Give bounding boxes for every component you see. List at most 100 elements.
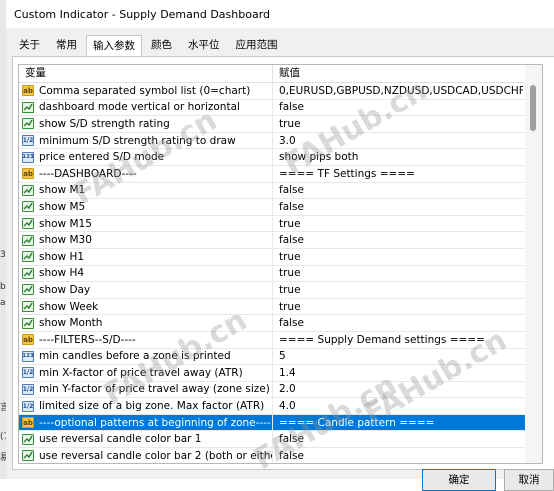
input-row[interactable]: use reversal candle color bar 2 (both or… [19, 448, 542, 463]
input-variable-cell: ab Comma separated symbol list (0=chart) [19, 83, 273, 99]
string-type-icon: ab [22, 334, 34, 346]
boolean-type-icon [22, 433, 34, 445]
tab-visualization[interactable]: 应用范围 [229, 34, 285, 56]
input-row[interactable]: show M1 false [19, 182, 542, 200]
double-type-icon: 1/2 [22, 135, 34, 147]
tab-colors[interactable]: 颜色 [144, 34, 179, 56]
input-row[interactable]: show M5 false [19, 199, 542, 216]
cancel-button[interactable]: 取消 [504, 469, 554, 491]
inputs-grid: 变量 赋值 ab Comma separated symbol list (0=c… [18, 64, 543, 464]
input-variable-name: ----optional patterns at beginning of zo… [39, 416, 271, 429]
input-row[interactable]: show S/D strength rating true [19, 116, 542, 133]
input-variable-cell: show M30 [19, 232, 273, 248]
input-variable-name: use reversal candle color bar 1 [39, 433, 202, 446]
tab-about[interactable]: 关于 [12, 34, 47, 56]
input-variable-name: limited size of a big zone. Max factor (… [39, 400, 265, 413]
grid-body: ab Comma separated symbol list (0=chart) 0… [19, 83, 542, 463]
input-value-cell[interactable]: ==== Candle pattern ==== [273, 417, 523, 429]
input-variable-name: min Y-factor of price travel away (zone … [39, 383, 270, 396]
boolean-type-icon [22, 101, 34, 113]
input-row[interactable]: use reversal candle color bar 1 false [19, 431, 542, 449]
input-variable-cell: use reversal candle color bar 1 [19, 431, 273, 448]
input-variable-cell: show H4 [19, 265, 273, 282]
input-row[interactable]: show H1 true [19, 248, 542, 266]
input-value-cell[interactable]: 2.0 [273, 383, 523, 395]
scrollbar-thumb[interactable] [530, 85, 536, 131]
title-bar[interactable]: Custom Indicator - Supply Demand Dashboa… [6, 0, 554, 28]
input-value-cell[interactable]: 1.4 [273, 367, 523, 379]
grid-header: 变量 赋值 [19, 65, 542, 83]
input-row[interactable]: show M30 false [19, 232, 542, 249]
tab-levels[interactable]: 水平位 [181, 34, 227, 56]
integer-type-icon: 123 [22, 350, 34, 362]
input-variable-name: min X-factor of price travel away (ATR) [39, 366, 243, 379]
boolean-type-icon [22, 201, 34, 213]
input-row[interactable]: 123 min candles before a zone is printed 5 [19, 348, 542, 366]
input-variable-name: ----DASHBOARD---- [39, 167, 137, 180]
input-variable-name: minimum S/D strength rating to draw [39, 134, 236, 147]
input-value-cell[interactable]: false [273, 433, 523, 445]
input-variable-cell: 123 price entered S/D mode [19, 149, 273, 165]
input-row[interactable]: dashboard mode vertical or horizontal fal… [19, 99, 542, 117]
input-variable-cell: use reversal candle color bar 2 (both or… [19, 448, 273, 463]
tab-strip: 关于 常用 输入参数 颜色 水平位 应用范围 [12, 34, 287, 57]
input-value-cell[interactable]: ==== TF Settings ==== [273, 168, 523, 180]
input-variable-name: show M1 [39, 184, 86, 197]
input-row[interactable]: ab ----optional patterns at beginning of … [19, 414, 542, 432]
input-row[interactable]: ab ----DASHBOARD---- ==== TF Settings ==== [19, 165, 542, 183]
input-row[interactable]: 1/2 min Y-factor of price travel away (zo… [19, 381, 542, 399]
input-value-cell[interactable]: true [273, 118, 523, 130]
column-header-value[interactable]: 赋值 [273, 65, 523, 82]
double-type-icon: 1/2 [22, 400, 34, 412]
input-variable-name: show H4 [39, 267, 85, 280]
input-value-cell[interactable]: false [273, 234, 523, 246]
input-variable-name: show M30 [39, 234, 92, 247]
input-row[interactable]: 1/2 min X-factor of price travel away (AT… [19, 365, 542, 382]
input-variable-cell: show M5 [19, 199, 273, 215]
input-value-cell[interactable]: false [273, 201, 523, 213]
input-value-cell[interactable]: 5 [273, 350, 523, 362]
input-value-cell[interactable]: false [273, 317, 523, 329]
ok-button[interactable]: 确定 [422, 469, 496, 491]
input-value-cell[interactable]: 3.0 [273, 135, 523, 147]
input-value-cell[interactable]: ==== Supply Demand settings ==== [273, 334, 523, 346]
input-value-cell[interactable]: show pips both [273, 151, 523, 163]
input-variable-name: show Week [39, 300, 99, 313]
tab-inputs[interactable]: 输入参数 [86, 35, 142, 57]
input-row[interactable]: show Day true [19, 282, 542, 299]
input-row[interactable]: 1/2 minimum S/D strength rating to draw 3.… [19, 132, 542, 150]
boolean-type-icon [22, 118, 34, 130]
input-row[interactable]: ab ----FILTERS--S/D---- ==== Supply Demand… [19, 331, 542, 349]
input-row[interactable]: show M15 true [19, 215, 542, 233]
input-variable-name: Comma separated symbol list (0=chart) [39, 84, 251, 97]
column-header-variable[interactable]: 变量 [19, 65, 273, 82]
vertical-scrollbar[interactable] [525, 65, 542, 463]
tab-common[interactable]: 常用 [49, 34, 84, 56]
input-variable-cell: show H1 [19, 248, 273, 265]
input-variable-cell: ab ----optional patterns at beginning of … [19, 414, 273, 431]
input-variable-cell: ab ----FILTERS--S/D---- [19, 331, 273, 348]
input-row[interactable]: show Month false [19, 315, 542, 332]
input-row[interactable]: ab Comma separated symbol list (0=chart) 0… [19, 83, 542, 100]
input-variable-name: price entered S/D mode [39, 151, 165, 164]
input-value-cell[interactable]: false [273, 450, 523, 462]
edge-text: 3 [0, 250, 6, 260]
input-variable-cell: show Day [19, 282, 273, 298]
input-value-cell[interactable]: 4.0 [273, 400, 523, 412]
input-value-cell[interactable]: true [273, 267, 523, 279]
input-value-cell[interactable]: false [273, 184, 523, 196]
string-type-icon: ab [22, 417, 34, 429]
input-value-cell[interactable]: true [273, 218, 523, 230]
input-value-cell[interactable]: true [273, 251, 523, 263]
input-value-cell[interactable]: 0,EURUSD,GBPUSD,NZDUSD,USDCAD,USDCHF,USD… [273, 85, 523, 97]
window-title: Custom Indicator - Supply Demand Dashboa… [14, 7, 271, 21]
input-row[interactable]: show Week true [19, 298, 542, 316]
input-variable-name: show S/D strength rating [39, 117, 170, 130]
input-value-cell[interactable]: true [273, 284, 523, 296]
input-row[interactable]: 1/2 limited size of a big zone. Max facto… [19, 398, 542, 415]
input-row[interactable]: show H4 true [19, 265, 542, 283]
string-type-icon: ab [22, 85, 34, 97]
input-value-cell[interactable]: false [273, 101, 523, 113]
input-value-cell[interactable]: true [273, 301, 523, 313]
input-row[interactable]: 123 price entered S/D mode show pips both [19, 149, 542, 166]
